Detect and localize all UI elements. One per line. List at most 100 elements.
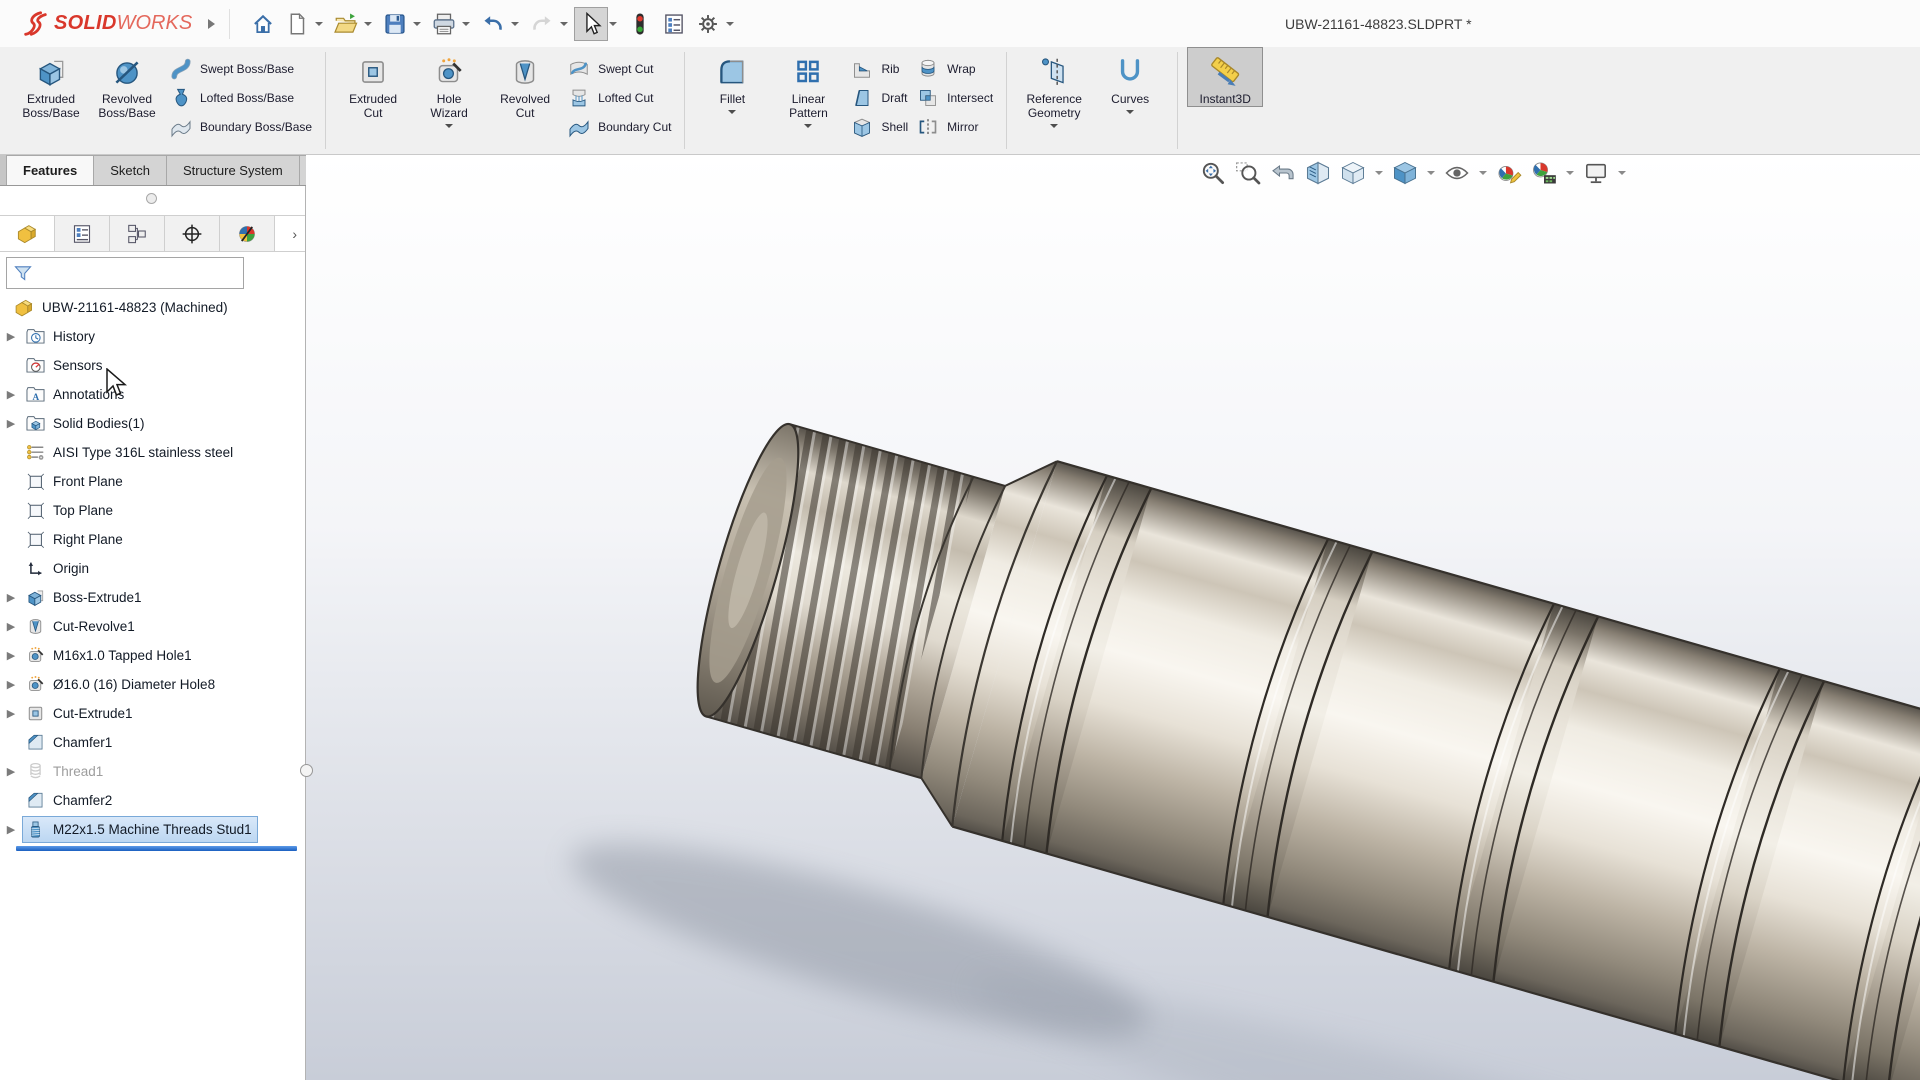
tree-item-solid-bodies-1[interactable]: ▶Solid Bodies(1) xyxy=(0,409,305,438)
ribbon-button-linear-pattern[interactable]: LinearPattern xyxy=(770,47,846,129)
dropdown-arrow-icon[interactable] xyxy=(728,110,736,114)
tab-features[interactable]: Features xyxy=(6,155,94,185)
tree-filter-input[interactable] xyxy=(34,260,243,286)
edit-appearance-button[interactable] xyxy=(1494,158,1524,188)
tree-item-annotations[interactable]: ▶AAnnotations xyxy=(0,380,305,409)
panel-tab-displaymanager[interactable] xyxy=(220,216,275,251)
ribbon-button-instant3d[interactable]: Instant3D xyxy=(1187,47,1263,107)
print-button[interactable] xyxy=(427,7,461,41)
dropdown-arrow-icon[interactable] xyxy=(1375,171,1383,175)
dropdown-arrow-icon[interactable] xyxy=(364,22,372,26)
ribbon-button-hole-wizard[interactable]: HoleWizard xyxy=(411,47,487,129)
dropdown-arrow-icon[interactable] xyxy=(726,22,734,26)
menu-flyout-arrow-icon[interactable] xyxy=(208,19,215,29)
tree-item-thread1[interactable]: ▶Thread1 xyxy=(0,757,305,786)
open-button[interactable] xyxy=(329,7,363,41)
ribbon-button-swept-cut[interactable]: Swept Cut xyxy=(563,54,675,83)
ribbon-button-shell[interactable]: Shell xyxy=(846,112,912,141)
apply-scene-button[interactable] xyxy=(1529,158,1559,188)
select-button[interactable] xyxy=(574,7,608,41)
dropdown-arrow-icon[interactable] xyxy=(1618,171,1626,175)
previous-view-button[interactable] xyxy=(1268,158,1298,188)
tree-item-top-plane[interactable]: Top Plane xyxy=(0,496,305,525)
expand-arrow-icon[interactable]: ▶ xyxy=(0,388,22,401)
expand-arrow-icon[interactable]: ▶ xyxy=(0,417,22,430)
viewport-3d[interactable] xyxy=(306,155,1920,1080)
ribbon-button-rib[interactable]: Rib xyxy=(846,54,912,83)
ribbon-button-extruded-cut[interactable]: ExtrudedCut xyxy=(335,47,411,121)
tree-item-chamfer2[interactable]: Chamfer2 xyxy=(0,786,305,815)
tree-item-aisi-type-316l-stainless-steel[interactable]: AISI Type 316L stainless steel xyxy=(0,438,305,467)
expand-arrow-icon[interactable]: ▶ xyxy=(0,330,22,343)
tree-item-cut-extrude1[interactable]: ▶Cut-Extrude1 xyxy=(0,699,305,728)
ribbon-button-mirror[interactable]: Mirror xyxy=(912,112,997,141)
panel-tabs-expand-chevron-icon[interactable]: › xyxy=(275,216,305,251)
panel-tab-configurationmanager[interactable] xyxy=(110,216,165,251)
tree-item-sensors[interactable]: Sensors xyxy=(0,351,305,380)
tree-item-cut-revolve1[interactable]: ▶Cut-Revolve1 xyxy=(0,612,305,641)
dropdown-arrow-icon[interactable] xyxy=(1479,171,1487,175)
ribbon-button-revolved-cut[interactable]: RevolvedCut xyxy=(487,47,563,121)
undo-button[interactable] xyxy=(476,7,510,41)
tree-item-history[interactable]: ▶History xyxy=(0,322,305,351)
display-style-button[interactable] xyxy=(1390,158,1420,188)
dropdown-arrow-icon[interactable] xyxy=(462,22,470,26)
ribbon-button-lofted-boss-base[interactable]: Lofted Boss/Base xyxy=(165,83,316,112)
panel-splitter-handle[interactable] xyxy=(300,764,313,777)
expand-arrow-icon[interactable]: ▶ xyxy=(0,678,22,691)
ribbon-button-swept-boss-base[interactable]: Swept Boss/Base xyxy=(165,54,316,83)
dropdown-arrow-icon[interactable] xyxy=(1126,110,1134,114)
dropdown-arrow-icon[interactable] xyxy=(804,124,812,128)
tree-root-item[interactable]: UBW-21161-48823 (Machined) xyxy=(0,293,305,322)
dropdown-arrow-icon[interactable] xyxy=(445,124,453,128)
rollback-bar[interactable] xyxy=(16,846,297,851)
dropdown-arrow-icon[interactable] xyxy=(609,22,617,26)
panel-tab-dimxpertmanager[interactable] xyxy=(165,216,220,251)
view-settings-button[interactable] xyxy=(1581,158,1611,188)
hide-show-items-button[interactable] xyxy=(1442,158,1472,188)
ribbon-button-wrap[interactable]: Wrap xyxy=(912,54,997,83)
dropdown-arrow-icon[interactable] xyxy=(1427,171,1435,175)
dropdown-arrow-icon[interactable] xyxy=(315,22,323,26)
tree-item-m22x1-5-machine-threads-stud1[interactable]: ▶M22x1.5 Machine Threads Stud1 xyxy=(0,815,305,844)
ribbon-button-extruded-boss-base[interactable]: ExtrudedBoss/Base xyxy=(13,47,89,121)
tree-item-origin[interactable]: Origin xyxy=(0,554,305,583)
dropdown-arrow-icon[interactable] xyxy=(1050,124,1058,128)
ribbon-button-boundary-boss-base[interactable]: Boundary Boss/Base xyxy=(165,112,316,141)
tree-item-front-plane[interactable]: Front Plane xyxy=(0,467,305,496)
properties-list-button[interactable] xyxy=(657,7,691,41)
ribbon-button-revolved-boss-base[interactable]: RevolvedBoss/Base xyxy=(89,47,165,121)
tree-item-boss-extrude1[interactable]: ▶Boss-Extrude1 xyxy=(0,583,305,612)
ribbon-button-fillet[interactable]: Fillet xyxy=(694,47,770,115)
tree-item-chamfer1[interactable]: Chamfer1 xyxy=(0,728,305,757)
ribbon-button-lofted-cut[interactable]: Lofted Cut xyxy=(563,83,675,112)
ribbon-button-boundary-cut[interactable]: Boundary Cut xyxy=(563,112,675,141)
tree-item-right-plane[interactable]: Right Plane xyxy=(0,525,305,554)
options-gear-button[interactable] xyxy=(691,7,725,41)
zoom-to-area-button[interactable] xyxy=(1233,158,1263,188)
panel-tab-propertymanager[interactable] xyxy=(55,216,110,251)
dropdown-arrow-icon[interactable] xyxy=(1566,171,1574,175)
tree-item-16-0-16-diameter-hole8[interactable]: ▶Ø16.0 (16) Diameter Hole8 xyxy=(0,670,305,699)
tree-item-m16x1-0-tapped-hole1[interactable]: ▶M16x1.0 Tapped Hole1 xyxy=(0,641,305,670)
expand-arrow-icon[interactable]: ▶ xyxy=(0,620,22,633)
redo-button[interactable] xyxy=(525,7,559,41)
section-view-button[interactable] xyxy=(1303,158,1333,188)
expand-arrow-icon[interactable]: ▶ xyxy=(0,823,22,836)
dropdown-arrow-icon[interactable] xyxy=(511,22,519,26)
ribbon-button-intersect[interactable]: Intersect xyxy=(912,83,997,112)
expand-arrow-icon[interactable]: ▶ xyxy=(0,707,22,720)
panel-tab-featuremanager[interactable] xyxy=(0,216,55,251)
expand-arrow-icon[interactable]: ▶ xyxy=(0,649,22,662)
ribbon-button-draft[interactable]: Draft xyxy=(846,83,912,112)
expand-arrow-icon[interactable]: ▶ xyxy=(0,591,22,604)
expand-arrow-icon[interactable]: ▶ xyxy=(0,765,22,778)
home-button[interactable] xyxy=(246,7,280,41)
tab-structure-system[interactable]: Structure System xyxy=(166,155,300,185)
zoom-to-fit-button[interactable] xyxy=(1198,158,1228,188)
dropdown-arrow-icon[interactable] xyxy=(413,22,421,26)
ribbon-button-reference-geometry[interactable]: ReferenceGeometry xyxy=(1016,47,1092,129)
traffic-light-button[interactable] xyxy=(623,7,657,41)
panel-collapse-handle[interactable] xyxy=(146,193,157,204)
tab-sketch[interactable]: Sketch xyxy=(93,155,167,185)
